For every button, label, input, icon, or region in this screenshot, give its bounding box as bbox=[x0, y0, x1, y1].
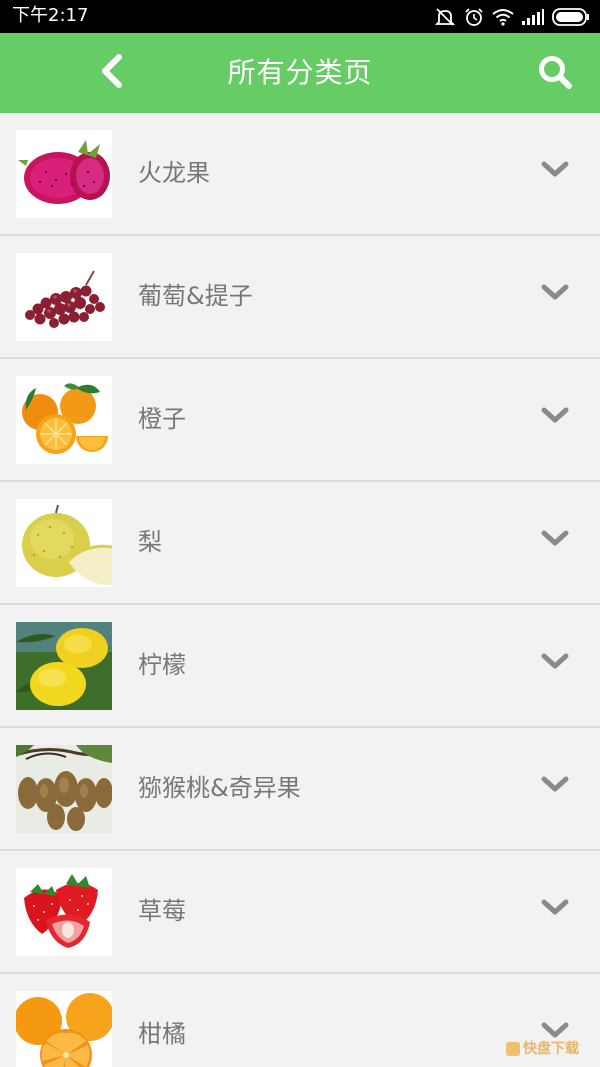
mute-icon bbox=[434, 7, 456, 27]
category-label: 葡萄&提子 bbox=[138, 282, 253, 310]
search-icon bbox=[537, 54, 573, 94]
grapes-image bbox=[16, 253, 112, 341]
status-icons bbox=[434, 6, 590, 28]
pear-image bbox=[16, 499, 112, 587]
list-item[interactable]: 梨 bbox=[0, 482, 600, 605]
lemons-image bbox=[16, 622, 112, 710]
list-item[interactable]: 草莓 bbox=[0, 851, 600, 974]
kiwi-image bbox=[16, 745, 112, 833]
chevron-down-icon[interactable] bbox=[538, 157, 572, 183]
list-item[interactable]: 猕猴桃&奇异果 bbox=[0, 728, 600, 851]
list-item[interactable]: 柠檬 bbox=[0, 605, 600, 728]
chevron-down-icon[interactable] bbox=[538, 526, 572, 552]
dragon-fruit-image bbox=[16, 130, 112, 218]
battery-icon bbox=[552, 8, 590, 26]
chevron-down-icon[interactable] bbox=[538, 403, 572, 429]
category-list: 火龙果 葡萄&提子 橙子 梨 柠檬 猕猴桃&奇异果 草莓 柑橘 bbox=[0, 113, 600, 1067]
list-item[interactable]: 葡萄&提子 bbox=[0, 236, 600, 359]
chevron-down-icon[interactable] bbox=[538, 280, 572, 306]
oranges-image bbox=[16, 376, 112, 464]
signal-icon bbox=[522, 9, 544, 25]
status-bar: 下午2:17 bbox=[0, 0, 600, 33]
tangerines-image bbox=[16, 991, 112, 1067]
category-label: 橙子 bbox=[138, 405, 186, 433]
category-label: 火龙果 bbox=[138, 159, 210, 187]
watermark-logo: 快盘下载 bbox=[506, 1036, 596, 1062]
category-label: 柑橘 bbox=[138, 1020, 186, 1048]
list-item[interactable]: 橙子 bbox=[0, 359, 600, 482]
status-time: 下午2:17 bbox=[12, 5, 89, 26]
category-label: 草莓 bbox=[138, 897, 186, 925]
category-label: 猕猴桃&奇异果 bbox=[138, 774, 301, 802]
alarm-icon bbox=[464, 7, 484, 27]
strawberries-image bbox=[16, 868, 112, 956]
page-title: 所有分类页 bbox=[227, 56, 373, 89]
list-item[interactable]: 火龙果 bbox=[0, 113, 600, 236]
chevron-down-icon[interactable] bbox=[538, 772, 572, 798]
search-button[interactable] bbox=[530, 49, 580, 99]
app-header: 所有分类页 bbox=[0, 33, 600, 113]
chevron-down-icon[interactable] bbox=[538, 649, 572, 675]
category-label: 柠檬 bbox=[138, 651, 186, 679]
chevron-down-icon[interactable] bbox=[538, 895, 572, 921]
wifi-icon bbox=[492, 8, 514, 26]
category-label: 梨 bbox=[138, 528, 162, 556]
